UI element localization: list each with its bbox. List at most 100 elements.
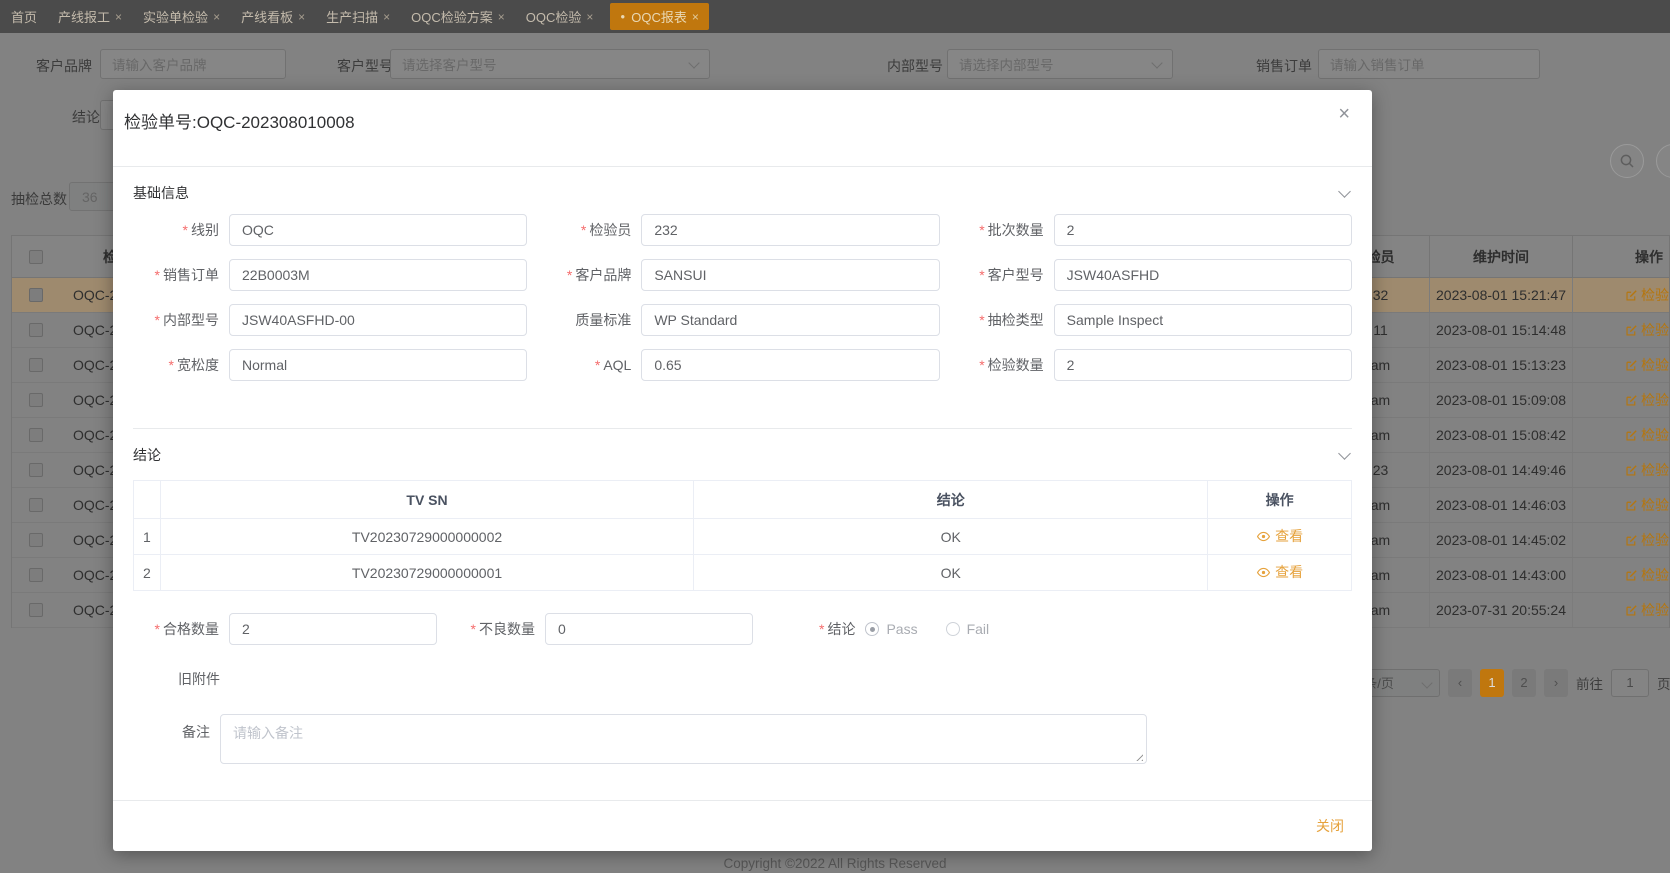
inspect-link[interactable]: 检验 <box>1572 523 1670 557</box>
defective-input[interactable] <box>545 613 753 645</box>
quantity-row: *合格数量 *不良数量 *结论 PassFail <box>133 613 1352 645</box>
next-page-button[interactable]: › <box>1544 668 1568 697</box>
qualified-input[interactable] <box>229 613 437 645</box>
row-checkbox[interactable] <box>12 568 60 582</box>
search-button[interactable] <box>1610 144 1644 178</box>
form-field-qualified: * 合格数量 <box>133 613 437 645</box>
field-label: * 客户型号 <box>979 267 1044 283</box>
tab-OQC报表[interactable]: ● OQC报表 × <box>610 3 709 30</box>
field-input-检验数量[interactable] <box>1053 349 1352 381</box>
radio-icon <box>865 622 880 636</box>
tab-实验单检验[interactable]: 实验单检验 × <box>139 3 224 30</box>
field-input-客户品牌[interactable] <box>641 259 940 291</box>
row-checkbox[interactable] <box>12 428 60 442</box>
field-label: * 检验员 <box>580 222 632 238</box>
tab-产线报工[interactable]: 产线报工 × <box>54 3 126 30</box>
row-checkbox[interactable] <box>12 498 60 512</box>
row-checkbox[interactable] <box>12 393 60 407</box>
select-all-checkbox[interactable] <box>12 249 60 264</box>
maintain-time-cell: 2023-07-31 20:55:24 <box>1429 593 1572 627</box>
row-checkbox[interactable] <box>12 463 60 477</box>
inspect-link[interactable]: 检验 <box>1572 453 1670 487</box>
inspect-link[interactable]: 检验 <box>1572 348 1670 382</box>
tab-close-icon[interactable]: × <box>383 10 390 24</box>
result-col-header: 结论 <box>693 480 1209 519</box>
chevron-down-icon[interactable] <box>1338 446 1351 460</box>
radio-label: Pass <box>886 621 918 637</box>
view-link[interactable]: 查看 <box>1256 562 1303 582</box>
tab-close-icon[interactable]: × <box>213 10 220 24</box>
tab-label: OQC检验 <box>525 10 582 25</box>
tab-close-icon[interactable]: × <box>298 10 305 24</box>
tab-OQC检验方案[interactable]: OQC检验方案 × <box>407 3 509 30</box>
copyright-text: Copyright ©2022 All Rights Reserved <box>723 856 947 871</box>
required-asterisk: * <box>979 222 985 238</box>
field-input-内部型号[interactable] <box>229 304 528 336</box>
tab-label: 实验单检验 <box>143 10 209 25</box>
tab-close-icon[interactable]: × <box>115 10 122 24</box>
remark-textarea[interactable] <box>220 714 1147 764</box>
inspect-link[interactable]: 检验 <box>1572 278 1670 312</box>
goto-page-input[interactable]: 1 <box>1611 668 1649 697</box>
tab-OQC检验[interactable]: OQC检验 × <box>522 3 598 30</box>
row-checkbox[interactable] <box>12 323 60 337</box>
sample-total-number: 36 <box>82 188 98 205</box>
settings-button[interactable] <box>1656 144 1670 178</box>
row-checkbox[interactable] <box>12 358 60 372</box>
inspect-link-label: 检验 <box>1641 462 1669 478</box>
field-input-线别[interactable] <box>229 214 528 246</box>
result-col-header: TV SN <box>159 480 695 519</box>
sales-order-input[interactable]: 请输入销售订单 <box>1318 49 1540 79</box>
tab-close-icon[interactable]: × <box>692 10 699 24</box>
page-button-2[interactable]: 2 <box>1512 668 1536 697</box>
inspect-link[interactable]: 检验 <box>1572 313 1670 347</box>
chevron-down-icon <box>688 57 700 69</box>
inspect-link[interactable]: 检验 <box>1572 488 1670 522</box>
conclusion-section-header[interactable]: 结论 <box>133 442 1352 468</box>
field-input-AQL[interactable] <box>641 349 940 381</box>
customer-model-select[interactable]: 请选择客户型号 <box>390 49 710 79</box>
tab-首页[interactable]: 首页 <box>7 3 41 30</box>
col-header-action: 操作 <box>1572 236 1670 277</box>
field-input-宽松度[interactable] <box>229 349 528 381</box>
tab-close-icon[interactable]: × <box>586 10 593 24</box>
inspect-link[interactable]: 检验 <box>1572 558 1670 592</box>
required-asterisk: * <box>979 267 985 283</box>
edit-icon <box>1626 429 1637 441</box>
field-input-销售订单[interactable] <box>229 259 528 291</box>
row-checkbox[interactable] <box>12 533 60 547</box>
view-link[interactable]: 查看 <box>1256 526 1303 546</box>
maintain-time-cell: 2023-08-01 15:21:47 <box>1429 278 1572 312</box>
tab-产线看板[interactable]: 产线看板 × <box>237 3 309 30</box>
close-icon[interactable]: × <box>1338 104 1350 124</box>
field-input-批次数量[interactable] <box>1053 214 1352 246</box>
tab-生产扫描[interactable]: 生产扫描 × <box>322 3 394 30</box>
close-dialog-button[interactable]: 关闭 <box>1316 816 1344 836</box>
row-checkbox[interactable] <box>12 288 60 302</box>
field-input-检验员[interactable] <box>641 214 940 246</box>
inspect-link[interactable]: 检验 <box>1572 593 1670 627</box>
maintain-time-cell: 2023-08-01 14:45:02 <box>1429 523 1572 557</box>
basic-info-section-header[interactable]: 基础信息 <box>133 180 1352 206</box>
inspect-link[interactable]: 检验 <box>1572 418 1670 452</box>
tab-close-icon[interactable]: × <box>498 10 505 24</box>
chevron-down-icon[interactable] <box>1338 184 1351 198</box>
tab-label: OQC检验方案 <box>411 10 493 25</box>
field-input-质量标准[interactable] <box>641 304 940 336</box>
radio-option-Fail[interactable]: Fail <box>945 621 989 637</box>
tab-label: 首页 <box>11 10 38 25</box>
field-input-抽检类型[interactable] <box>1053 304 1352 336</box>
customer-brand-input[interactable]: 请输入客户品牌 <box>100 49 286 79</box>
page-button-1[interactable]: 1 <box>1480 668 1504 697</box>
inspection-order-dialog: 检验单号:OQC-202308010008 × 基础信息 *线别 *检验员 *批次数… <box>113 90 1372 851</box>
result-index: 2 <box>133 554 161 591</box>
radio-option-Pass[interactable]: Pass <box>865 621 918 637</box>
edit-icon <box>1626 499 1637 511</box>
inspect-link[interactable]: 检验 <box>1572 383 1670 417</box>
prev-page-button[interactable]: ‹ <box>1448 668 1472 697</box>
field-input-客户型号[interactable] <box>1053 259 1352 291</box>
required-asterisk: * <box>594 357 601 373</box>
internal-model-select[interactable]: 请选择内部型号 <box>947 49 1173 79</box>
old-attachment-label: 旧附件 <box>178 671 220 687</box>
row-checkbox[interactable] <box>12 603 60 617</box>
